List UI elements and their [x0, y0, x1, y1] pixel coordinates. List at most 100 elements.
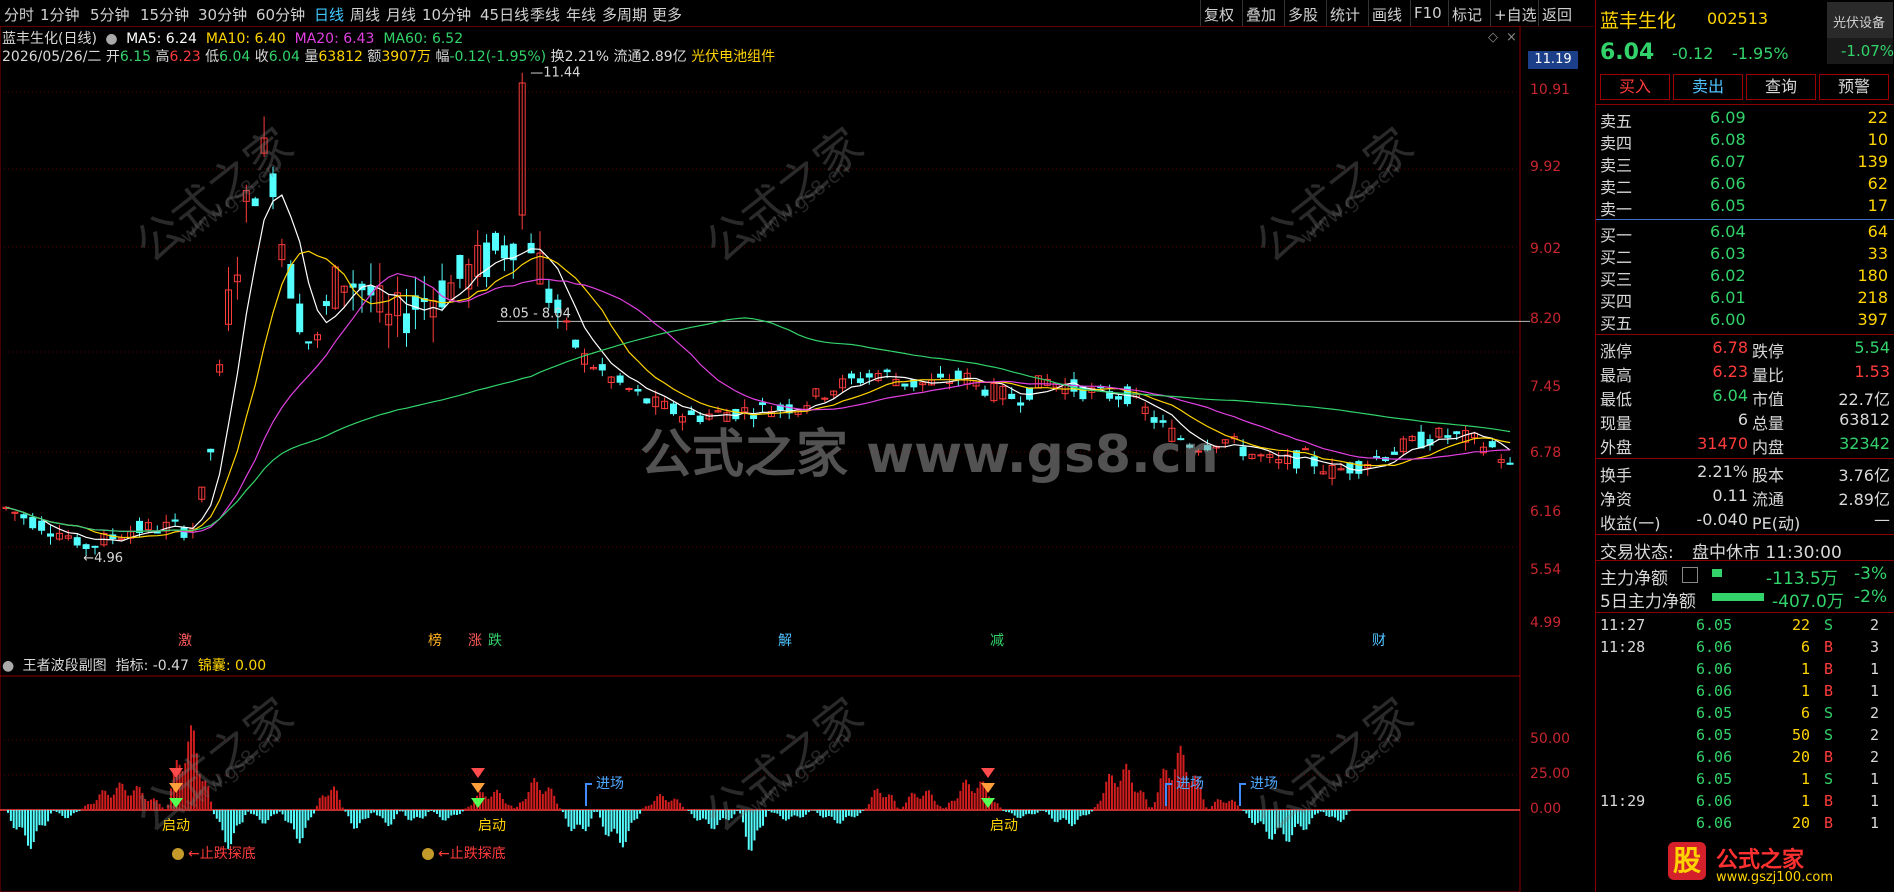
concept-tag[interactable]: 光伏电池组件 — [691, 49, 775, 65]
bid-row[interactable]: 买一 6.04 64 — [1600, 222, 1890, 245]
ask-row[interactable]: 卖四 6.08 10 — [1600, 130, 1890, 153]
ask-volume: 22 — [1867, 108, 1888, 127]
period-tab[interactable]: 30分钟 — [198, 4, 247, 25]
candle-body — [901, 383, 909, 387]
period-tab[interactable]: 年线 — [566, 4, 596, 25]
tick-row[interactable]: 6.06 1 B 1 — [1600, 682, 1890, 704]
candle-body — [1453, 431, 1461, 435]
bid-volume: 180 — [1857, 266, 1888, 285]
tick-row[interactable]: 6.05 6 S 2 — [1600, 704, 1890, 726]
chevron-down-icon[interactable]: ● — [105, 31, 117, 47]
ask-row[interactable]: 卖三 6.07 139 — [1600, 152, 1890, 175]
period-tab[interactable]: 60分钟 — [256, 4, 305, 25]
start-signal: 启动 — [478, 818, 506, 834]
ask-row[interactable]: 卖二 6.06 62 — [1600, 174, 1890, 197]
event-marker: 减 — [990, 633, 1004, 649]
chevron-down-icon[interactable]: ● — [2, 658, 14, 674]
tick-row[interactable]: 11:29 6.06 1 B 1 — [1600, 792, 1890, 814]
period-tab[interactable]: 5分钟 — [90, 4, 130, 25]
candle-body — [883, 369, 891, 373]
sell-button[interactable]: 卖出 — [1673, 74, 1743, 100]
quote-panel: 蓝丰生化 002513 光伏设备 6.04 -0.12 -1.95% -1.07… — [1595, 0, 1894, 892]
tick-price: 6.06 — [1696, 660, 1733, 678]
tick-row[interactable]: 6.06 20 B 2 — [1600, 748, 1890, 770]
tick-row[interactable]: 6.05 1 S 1 — [1600, 770, 1890, 792]
bar-date: 2026/05/26/二 — [2, 49, 102, 65]
tick-row[interactable]: 6.05 50 S 2 — [1600, 726, 1890, 748]
amount-label: 额 — [367, 49, 382, 65]
tick-side: B — [1824, 748, 1834, 766]
tick-row[interactable]: 6.06 20 B 1 — [1600, 814, 1890, 836]
high-marker: —11.44 — [530, 66, 580, 81]
toolbar-button[interactable]: F10 — [1414, 4, 1442, 22]
stat-label: 换手 — [1600, 466, 1633, 485]
ask-price: 6.07 — [1710, 152, 1746, 171]
query-button[interactable]: 查询 — [1746, 74, 1816, 100]
period-tab[interactable]: 月线 — [386, 4, 416, 25]
sector-box[interactable]: 光伏设备 — [1827, 2, 1893, 38]
period-tab[interactable]: 周线 — [350, 4, 380, 25]
toolbar-button[interactable]: 复权 — [1204, 4, 1234, 25]
stat-value: 6.04 — [1712, 386, 1748, 405]
sub-axis: 50.00 25.00 0.00 — [1520, 676, 1594, 892]
candle-body — [1301, 448, 1309, 451]
tick-row[interactable]: 11:27 6.05 22 S 2 — [1600, 616, 1890, 638]
bid-row[interactable]: 买二 6.03 33 — [1600, 244, 1890, 267]
bid-row[interactable]: 买三 6.02 180 — [1600, 266, 1890, 289]
candle-body — [598, 364, 606, 371]
tick-volume: 6 — [1800, 704, 1810, 722]
period-tab[interactable]: 更多 — [652, 4, 682, 25]
bid-row[interactable]: 买四 6.01 218 — [1600, 288, 1890, 311]
toolbar-button[interactable]: +自选 — [1494, 4, 1537, 25]
toolbar-button[interactable]: 多股 — [1288, 4, 1318, 25]
tick-row[interactable]: 11:28 6.06 6 B 3 — [1600, 638, 1890, 660]
candle-body — [1150, 417, 1158, 423]
period-tab[interactable]: 15分钟 — [140, 4, 189, 25]
tick-list[interactable]: 11:27 6.05 22 S 2 11:28 6.06 6 B 3 6.06 1 B 1 6.06 1 B 1 6… — [1596, 614, 1894, 844]
kline-chart[interactable]: —11.44 ←4.96 8.05 - 8.04 激 榜 涨跌 解 减 财 — [0, 26, 1594, 676]
period-tab[interactable]: 1分钟 — [40, 4, 80, 25]
ask-row[interactable]: 卖五 6.09 22 — [1600, 108, 1890, 131]
ask-row[interactable]: 卖一 6.05 17 — [1600, 196, 1890, 219]
alert-button[interactable]: 预警 — [1819, 74, 1889, 100]
bid-row[interactable]: 买五 6.00 397 — [1600, 310, 1890, 333]
stat-label: 总量 — [1752, 414, 1785, 433]
period-tab[interactable]: 日线 — [314, 4, 344, 25]
candle-body — [1355, 461, 1363, 474]
stat-value: 5.54 — [1854, 338, 1890, 357]
enter-signal: 进场 — [596, 776, 624, 792]
main-flow-bar — [1712, 569, 1722, 577]
period-tab[interactable]: 多周期 — [602, 4, 647, 25]
candle-body — [687, 410, 695, 415]
list-icon[interactable] — [1682, 567, 1698, 583]
toolbar-button[interactable]: 叠加 — [1246, 4, 1276, 25]
period-tab[interactable]: 45日线 — [480, 4, 529, 25]
price-pct: -1.95% — [1732, 44, 1789, 63]
buy-button[interactable]: 买入 — [1600, 74, 1670, 100]
sub-axis-label: 0.00 — [1530, 801, 1562, 817]
candle-body — [865, 373, 873, 378]
diamond-icon[interactable]: ◇ — [1488, 30, 1498, 45]
tick-row[interactable]: 6.06 1 B 1 — [1600, 660, 1890, 682]
tick-extra: 3 — [1870, 638, 1880, 656]
bid-volume: 64 — [1867, 222, 1888, 241]
stat-value: 2.89亿 — [1838, 490, 1890, 509]
period-tab[interactable]: 10分钟 — [422, 4, 471, 25]
high-label: 高 — [155, 49, 170, 65]
event-marker: 榜 — [428, 632, 442, 649]
candle-body — [207, 448, 215, 453]
candle-body — [981, 389, 989, 396]
stat-label: 净资 — [1600, 490, 1633, 509]
toolbar-button[interactable]: 画线 — [1372, 4, 1402, 25]
price-axis-label: 10.91 — [1530, 82, 1571, 98]
toolbar-button[interactable]: 统计 — [1330, 4, 1360, 25]
wave-indicator-chart[interactable]: 启动 启动 启动 ←止跌探底 ←止跌探底 进场 进场 进场 — [0, 676, 1594, 892]
stats-row: 最高 6.23 量比 1.53 — [1600, 362, 1890, 385]
period-tab[interactable]: 分时 — [4, 4, 34, 25]
tick-price: 6.06 — [1696, 792, 1733, 810]
period-tab[interactable]: 季线 — [530, 4, 560, 25]
bid-label: 买一 — [1600, 226, 1633, 245]
toolbar-button[interactable]: 标记 — [1452, 4, 1482, 25]
toolbar-button[interactable]: 返回 — [1542, 4, 1572, 25]
close-icon[interactable]: × — [1506, 30, 1517, 45]
